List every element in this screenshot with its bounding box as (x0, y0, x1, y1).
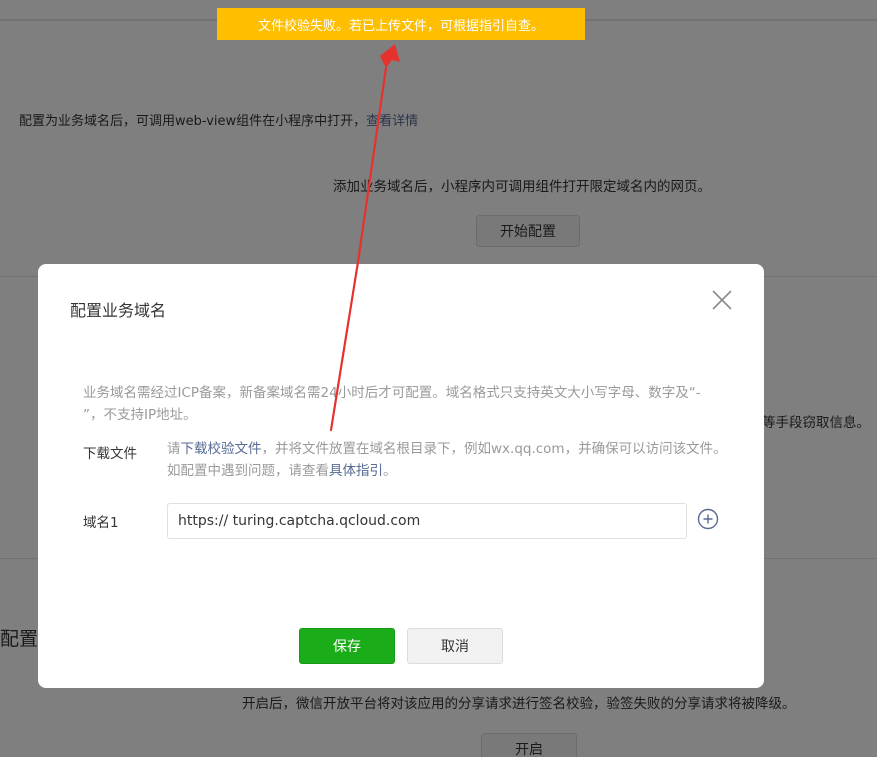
error-toast: 文件校验失败。若已上传文件，可根据指引自查。 (217, 8, 585, 40)
guide-link[interactable]: 具体指引 (329, 463, 383, 479)
domain-input[interactable] (167, 503, 687, 539)
save-button[interactable]: 保存 (299, 628, 395, 664)
configure-domain-dialog: 配置业务域名 业务域名需经过ICP备案，新备案域名需24小时后才可配置。域名格式… (38, 264, 764, 688)
add-domain-icon[interactable] (697, 508, 719, 530)
download-prefix: 请 (167, 441, 181, 457)
cancel-button[interactable]: 取消 (407, 628, 503, 664)
download-instructions: 请下载校验文件，并将文件放置在域名根目录下，例如wx.qq.com，并确保可以访… (167, 438, 727, 482)
download-label: 下载文件 (83, 446, 137, 462)
close-icon[interactable] (710, 288, 734, 312)
download-file-link[interactable]: 下载校验文件 (181, 441, 262, 457)
domain-label: 域名1 (83, 515, 119, 531)
dialog-title: 配置业务域名 (70, 301, 167, 320)
domain-notice: 业务域名需经过ICP备案，新备案域名需24小时后才可配置。域名格式只支持英文大小… (83, 385, 701, 423)
download-suffix: 。 (383, 463, 397, 479)
